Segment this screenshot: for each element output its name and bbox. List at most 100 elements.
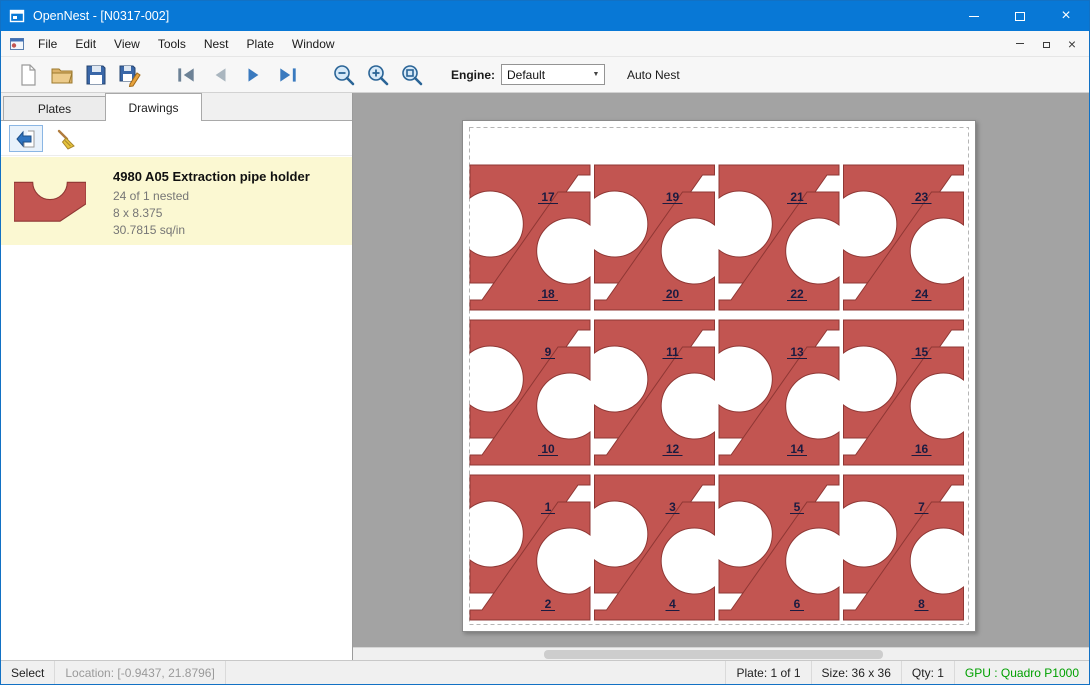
chevron-down-icon: ▼	[588, 71, 604, 78]
mdi-window-controls: ×	[1009, 34, 1083, 54]
part-number-label: 18	[541, 287, 555, 301]
drawing-info: 4980 A05 Extraction pipe holder 24 of 1 …	[113, 166, 310, 236]
app-window: OpenNest - [N0317-002] × File Edit View …	[0, 0, 1090, 685]
mdi-restore-button[interactable]	[1035, 34, 1057, 54]
zoom-fit-button[interactable]	[395, 60, 429, 90]
menu-item-edit[interactable]: Edit	[66, 33, 105, 55]
app-icon	[9, 8, 25, 24]
close-button[interactable]: ×	[1043, 1, 1089, 31]
zoom-out-icon	[332, 63, 356, 87]
mdi-child-icon	[9, 36, 25, 52]
mdi-close-icon: ×	[1068, 37, 1076, 51]
zoom-in-button[interactable]	[361, 60, 395, 90]
tab-plates[interactable]: Plates	[3, 96, 106, 120]
status-location: Location: [-0.9437, 21.8796]	[55, 661, 225, 684]
panel-tabs: Plates Drawings	[1, 93, 352, 121]
part-number-label: 5	[794, 500, 801, 514]
zoom-out-button[interactable]	[327, 60, 361, 90]
mdi-restore-icon	[1043, 42, 1050, 48]
engine-value: Default	[502, 68, 588, 82]
part-number-label: 12	[666, 442, 680, 456]
status-size: Size: 36 x 36	[811, 661, 901, 684]
auto-nest-button[interactable]: Auto Nest	[627, 68, 680, 82]
main-toolbar: Engine: Default ▼ Auto Nest	[1, 57, 1089, 93]
status-gpu: GPU : Quadro P1000	[954, 661, 1089, 684]
menu-item-window[interactable]: Window	[283, 33, 344, 55]
part-number-label: 13	[790, 345, 804, 359]
close-icon: ×	[1061, 8, 1070, 24]
menu-item-plate[interactable]: Plate	[238, 33, 283, 55]
status-mode: Select	[1, 661, 55, 684]
open-button[interactable]	[45, 60, 79, 90]
previous-arrow-icon	[209, 64, 231, 86]
drawing-dimensions: 8 x 8.375	[113, 205, 310, 222]
zoom-fit-icon	[400, 63, 424, 87]
mdi-minimize-icon	[1016, 43, 1024, 44]
part-number-label: 16	[915, 442, 929, 456]
drawing-nested-count: 24 of 1 nested	[113, 188, 310, 205]
part-number-label: 15	[915, 345, 929, 359]
open-folder-icon	[50, 63, 74, 87]
drawing-area: 30.7815 sq/in	[113, 222, 310, 239]
part-number-label: 1	[545, 500, 552, 514]
engine-label: Engine:	[451, 68, 495, 82]
part-number-label: 6	[794, 597, 801, 611]
part-number-label: 10	[541, 442, 555, 456]
window-title: OpenNest - [N0317-002]	[33, 9, 951, 23]
new-document-icon	[16, 63, 40, 87]
menu-item-file[interactable]: File	[29, 33, 66, 55]
engine-select[interactable]: Default ▼	[501, 64, 605, 85]
status-qty: Qty: 1	[901, 661, 954, 684]
part-number-label: 4	[669, 597, 676, 611]
replace-arrow-icon	[15, 128, 37, 150]
save-as-button[interactable]	[113, 60, 147, 90]
content-area: Plates Drawings	[1, 93, 1089, 660]
part-number-label: 8	[918, 597, 925, 611]
scrollbar-thumb[interactable]	[544, 650, 883, 659]
previous-plate-button[interactable]	[203, 60, 237, 90]
left-panel: Plates Drawings	[1, 93, 353, 660]
new-button[interactable]	[11, 60, 45, 90]
clean-drawings-button[interactable]	[49, 125, 83, 152]
mdi-close-button[interactable]: ×	[1061, 34, 1083, 54]
replace-drawing-button[interactable]	[9, 125, 43, 152]
last-plate-button[interactable]	[271, 60, 305, 90]
title-bar: OpenNest - [N0317-002] ×	[1, 1, 1089, 31]
plate[interactable]: 171819202122232491011121314151612345678	[462, 120, 976, 632]
part-number-label: 20	[666, 287, 680, 301]
drawing-title: 4980 A05 Extraction pipe holder	[113, 169, 310, 184]
part-number-label: 2	[545, 597, 552, 611]
menu-items: File Edit View Tools Nest Plate Window	[29, 33, 1009, 55]
status-spacer	[226, 661, 726, 684]
first-plate-button[interactable]	[169, 60, 203, 90]
save-icon	[84, 63, 108, 87]
save-button[interactable]	[79, 60, 113, 90]
plate-canvas[interactable]: 171819202122232491011121314151612345678	[462, 120, 976, 632]
menu-item-view[interactable]: View	[105, 33, 149, 55]
tab-drawings[interactable]: Drawings	[105, 93, 202, 121]
part-number-label: 14	[790, 442, 804, 456]
mdi-minimize-button[interactable]	[1009, 34, 1031, 54]
part-number-label: 22	[790, 287, 804, 301]
part-number-label: 21	[790, 190, 804, 204]
horizontal-scrollbar[interactable]	[353, 647, 1089, 660]
part-number-label: 9	[545, 345, 552, 359]
drawing-list-item[interactable]: 4980 A05 Extraction pipe holder 24 of 1 …	[1, 157, 352, 245]
maximize-button[interactable]	[997, 1, 1043, 31]
menu-item-nest[interactable]: Nest	[195, 33, 238, 55]
menu-item-tools[interactable]: Tools	[149, 33, 195, 55]
zoom-in-icon	[366, 63, 390, 87]
menu-bar: File Edit View Tools Nest Plate Window ×	[1, 31, 1089, 57]
part-number-label: 3	[669, 500, 676, 514]
part-number-label: 7	[918, 500, 925, 514]
broom-icon	[55, 128, 77, 150]
status-bar: Select Location: [-0.9437, 21.8796] Plat…	[1, 660, 1089, 684]
part-number-label: 11	[666, 345, 679, 359]
next-plate-button[interactable]	[237, 60, 271, 90]
maximize-icon	[1015, 12, 1025, 21]
part-number-label: 19	[666, 190, 680, 204]
minimize-button[interactable]	[951, 1, 997, 31]
nest-canvas[interactable]: 171819202122232491011121314151612345678	[353, 93, 1089, 660]
drawings-toolbar	[1, 122, 352, 156]
first-arrow-icon	[175, 64, 197, 86]
